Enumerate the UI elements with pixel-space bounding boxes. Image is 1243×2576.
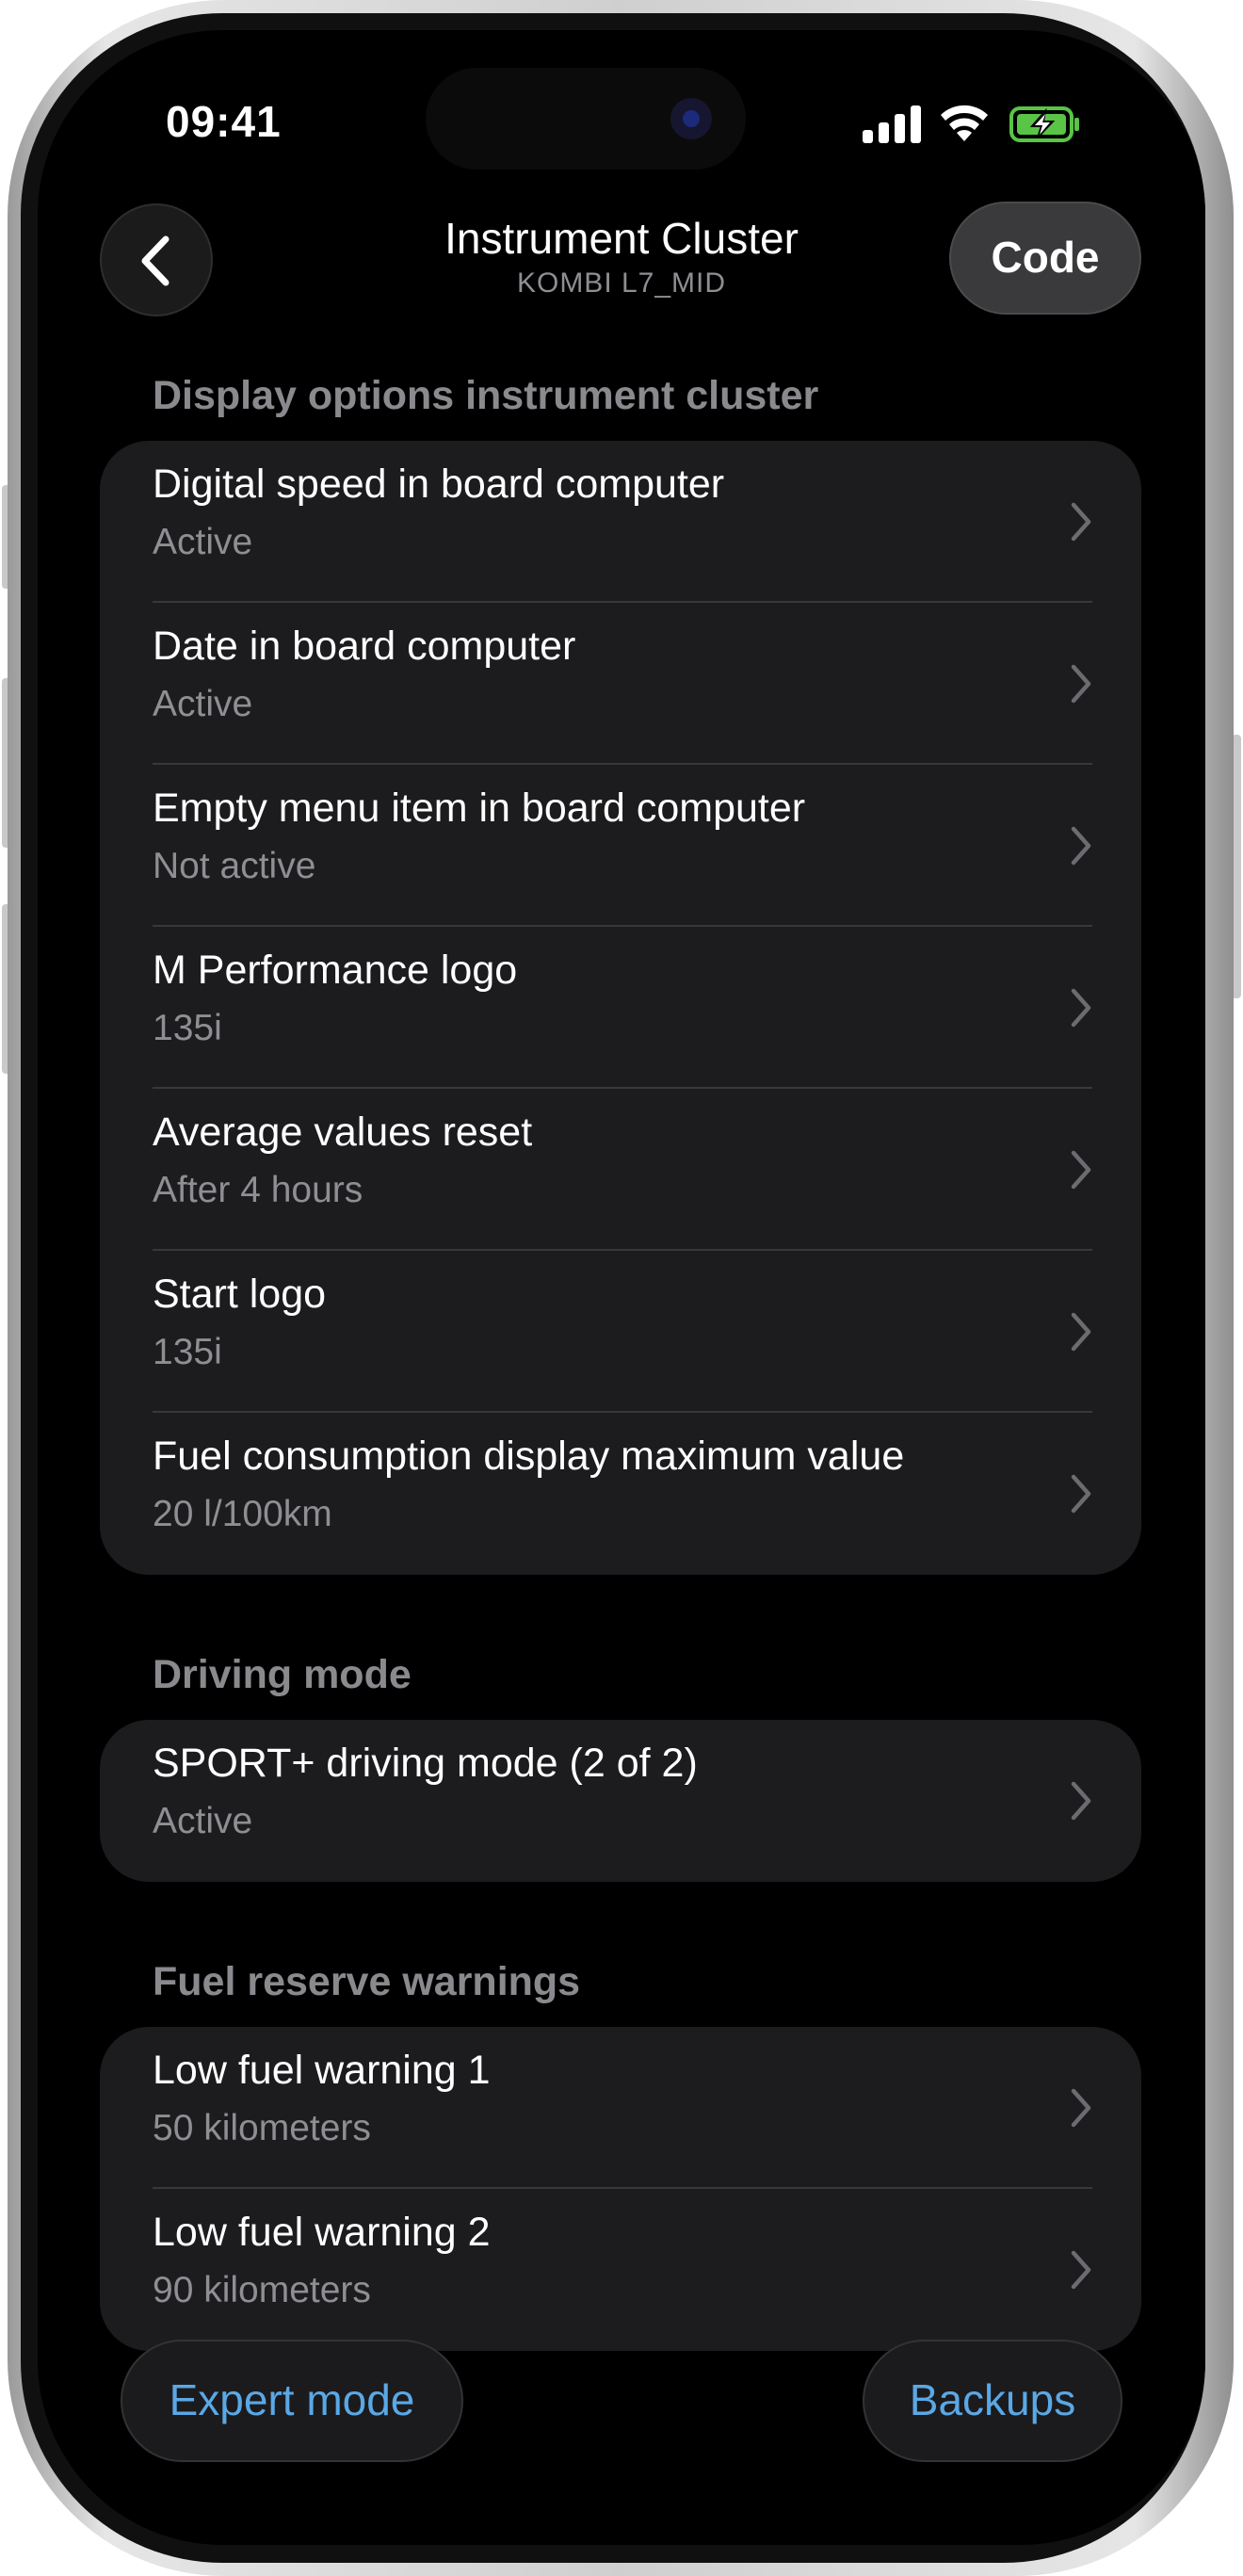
chevron-right-icon — [1071, 1781, 1091, 1821]
setting-row-digital-speed[interactable]: Digital speed in board computer Active — [100, 441, 1141, 603]
fuel-reserve-card: Low fuel warning 1 50 kilometers Low fue… — [100, 2027, 1141, 2351]
section-header-display-options: Display options instrument cluster — [153, 373, 819, 418]
setting-value: Active — [153, 684, 253, 724]
status-time: 09:41 — [166, 97, 282, 146]
chevron-right-icon — [1071, 2250, 1091, 2290]
setting-row-start-logo[interactable]: Start logo 135i — [100, 1251, 1141, 1413]
setting-value: Not active — [153, 846, 316, 886]
setting-label: Empty menu item in board computer — [153, 786, 806, 831]
setting-value: 90 kilometers — [153, 2270, 371, 2310]
setting-row-m-performance-logo[interactable]: M Performance logo 135i — [100, 927, 1141, 1089]
back-button[interactable] — [100, 203, 213, 316]
setting-value: 50 kilometers — [153, 2108, 371, 2148]
code-button[interactable]: Code — [949, 202, 1141, 315]
setting-value: 20 l/100km — [153, 1494, 332, 1534]
section-header-fuel-reserve: Fuel reserve warnings — [153, 1959, 581, 2004]
page-subtitle: KOMBI L7_MID — [516, 267, 727, 299]
driving-mode-card: SPORT+ driving mode (2 of 2) Active — [100, 1720, 1141, 1882]
setting-value: After 4 hours — [153, 1170, 363, 1210]
chevron-right-icon — [1071, 826, 1091, 866]
setting-row-low-fuel-warning-1[interactable]: Low fuel warning 1 50 kilometers — [100, 2027, 1141, 2189]
setting-value: Active — [153, 1801, 253, 1841]
setting-label: SPORT+ driving mode (2 of 2) — [153, 1741, 698, 1786]
screen: 09:41 Instrument Cluster KOMBI L7_MID Co… — [38, 30, 1205, 2545]
chevron-right-icon — [1071, 1150, 1091, 1190]
setting-label: Average values reset — [153, 1110, 533, 1155]
setting-row-empty-menu-item[interactable]: Empty menu item in board computer Not ac… — [100, 765, 1141, 927]
chevron-right-icon — [1071, 1312, 1091, 1352]
setting-row-fuel-consumption-max[interactable]: Fuel consumption display maximum value 2… — [100, 1413, 1141, 1575]
setting-label: M Performance logo — [153, 948, 518, 993]
battery-charging-icon — [1009, 106, 1079, 142]
chevron-right-icon — [1071, 988, 1091, 1028]
section-header-driving-mode: Driving mode — [153, 1652, 412, 1697]
setting-label: Date in board computer — [153, 624, 576, 669]
setting-row-average-values-reset[interactable]: Average values reset After 4 hours — [100, 1089, 1141, 1251]
setting-value: 135i — [153, 1008, 222, 1048]
cellular-signal-icon — [863, 105, 923, 143]
setting-row-date[interactable]: Date in board computer Active — [100, 603, 1141, 765]
setting-label: Low fuel warning 1 — [153, 2048, 491, 2093]
setting-row-low-fuel-warning-2[interactable]: Low fuel warning 2 90 kilometers — [100, 2189, 1141, 2351]
setting-label: Digital speed in board computer — [153, 462, 725, 507]
chevron-right-icon — [1071, 502, 1091, 542]
setting-label: Low fuel warning 2 — [153, 2210, 491, 2255]
chevron-right-icon — [1071, 2088, 1091, 2128]
setting-value: Active — [153, 522, 253, 562]
setting-row-sport-plus[interactable]: SPORT+ driving mode (2 of 2) Active — [100, 1720, 1141, 1882]
chevron-right-icon — [1071, 664, 1091, 704]
setting-label: Fuel consumption display maximum value — [153, 1434, 905, 1479]
chevron-right-icon — [1071, 1474, 1091, 1514]
backups-button[interactable]: Backups — [863, 2340, 1122, 2462]
setting-value: 135i — [153, 1332, 222, 1372]
page-title: Instrument Cluster — [444, 214, 799, 263]
expert-mode-button[interactable]: Expert mode — [121, 2340, 463, 2462]
display-options-card: Digital speed in board computer Active D… — [100, 441, 1141, 1575]
wifi-icon — [941, 105, 988, 141]
chevron-left-icon — [141, 235, 170, 286]
setting-label: Start logo — [153, 1272, 327, 1317]
front-camera — [670, 98, 712, 139]
